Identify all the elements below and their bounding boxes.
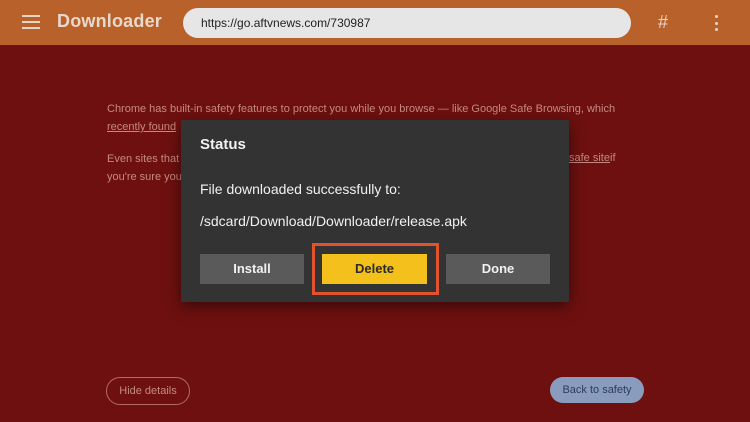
delete-highlight-box [312,243,439,295]
safe-site-link[interactable]: safe site [569,152,610,164]
recently-found-link[interactable]: recently found [107,121,176,133]
more-vert-icon[interactable] [713,15,719,31]
app-bar: Downloader https://go.aftvnews.com/73098… [0,0,750,45]
back-to-safety-button[interactable]: Back to safety [550,377,644,403]
dialog-message: File downloaded successfully to: [200,181,401,197]
hide-details-button[interactable]: Hide details [106,377,190,405]
hash-icon[interactable]: # [654,12,672,32]
safe-site-suffix: if [610,152,616,164]
menu-icon[interactable] [22,15,40,29]
done-button[interactable]: Done [446,254,550,284]
file-path: /sdcard/Download/Downloader/release.apk [200,213,467,229]
app-title: Downloader [57,11,163,31]
dialog-title: Status [200,136,246,153]
url-input[interactable]: https://go.aftvnews.com/730987 [183,8,631,38]
install-button[interactable]: Install [200,254,304,284]
